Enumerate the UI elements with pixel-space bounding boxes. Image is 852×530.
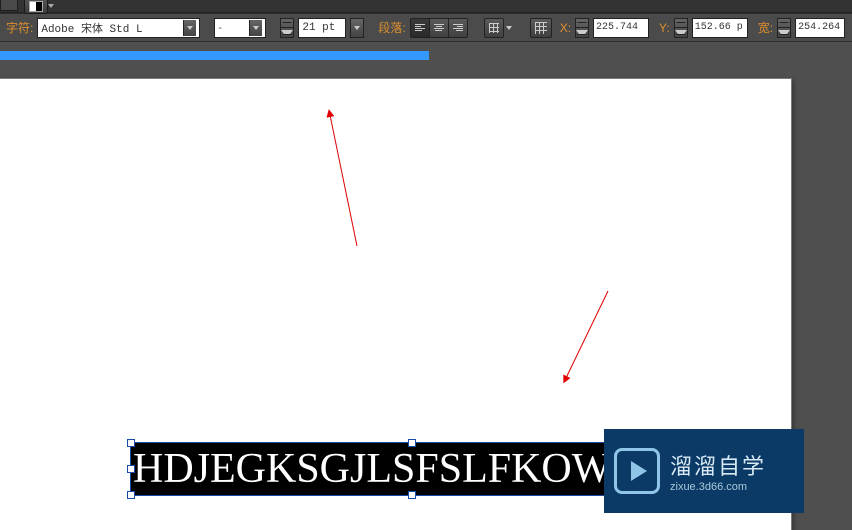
x-value: 225.744 — [596, 22, 638, 33]
watermark-title: 溜溜自学 — [670, 449, 766, 481]
font-size-value: 21 pt — [302, 22, 335, 34]
frame-grid-button[interactable] — [484, 18, 504, 38]
align-center-button[interactable] — [430, 19, 449, 37]
align-group — [410, 18, 468, 38]
play-icon — [614, 448, 660, 494]
font-size-dropdown[interactable] — [350, 18, 364, 38]
watermark: 溜溜自学 zixue.3d66.com — [604, 429, 804, 513]
x-input[interactable]: 225.744 — [593, 18, 649, 38]
w-input[interactable]: 254.264 — [795, 18, 845, 38]
resize-handle[interactable] — [408, 439, 416, 447]
font-style-value: - — [218, 22, 222, 34]
font-label: 字符: — [6, 19, 33, 36]
chevron-down-icon[interactable] — [183, 20, 196, 36]
y-value: 152.66 p — [695, 22, 743, 33]
x-spinner[interactable] — [575, 18, 589, 38]
cell-count-button[interactable] — [530, 18, 552, 38]
align-left-button[interactable] — [411, 19, 430, 37]
font-size-spinner[interactable] — [280, 18, 294, 38]
chevron-down-icon[interactable] — [48, 4, 54, 8]
chevron-down-icon[interactable] — [249, 20, 262, 36]
workspace: HDJEGKSGJLSFSLFKOWEJF 溜溜自学 zixue.3d66.co… — [0, 42, 852, 530]
resize-handle[interactable] — [127, 465, 135, 473]
resize-handle[interactable] — [127, 439, 135, 447]
grid-icon — [535, 22, 547, 34]
font-family-select[interactable]: Adobe 宋体 Std L — [37, 18, 200, 38]
screen-mode-button[interactable] — [24, 0, 48, 14]
watermark-subtitle: zixue.3d66.com — [670, 481, 766, 493]
x-label: X: — [560, 21, 571, 35]
paragraph-label: 段落: — [378, 19, 405, 36]
font-family-value: Adobe 宋体 Std L — [41, 20, 142, 36]
w-spinner[interactable] — [777, 18, 791, 38]
font-style-select[interactable]: - — [214, 18, 266, 38]
font-size-input[interactable]: 21 pt — [298, 18, 346, 38]
y-input[interactable]: 152.66 p — [692, 18, 748, 38]
grid-icon — [489, 23, 499, 33]
w-label: 宽: — [758, 19, 773, 36]
chevron-down-icon — [281, 30, 293, 35]
window-tab-strip — [0, 0, 852, 13]
panel-frag — [0, 0, 18, 11]
w-value: 254.264 — [798, 22, 840, 33]
screen-mode-icon — [29, 1, 43, 12]
y-spinner[interactable] — [674, 18, 688, 38]
resize-handle[interactable] — [127, 491, 135, 499]
align-right-button[interactable] — [449, 19, 467, 37]
control-bar: 字符: Adobe 宋体 Std L - 21 pt 段落: — [0, 13, 852, 42]
chevron-up-icon — [281, 22, 293, 23]
document-tab[interactable] — [0, 51, 429, 60]
chevron-down-icon[interactable] — [506, 26, 512, 30]
resize-handle[interactable] — [408, 491, 416, 499]
y-label: Y: — [659, 21, 670, 35]
